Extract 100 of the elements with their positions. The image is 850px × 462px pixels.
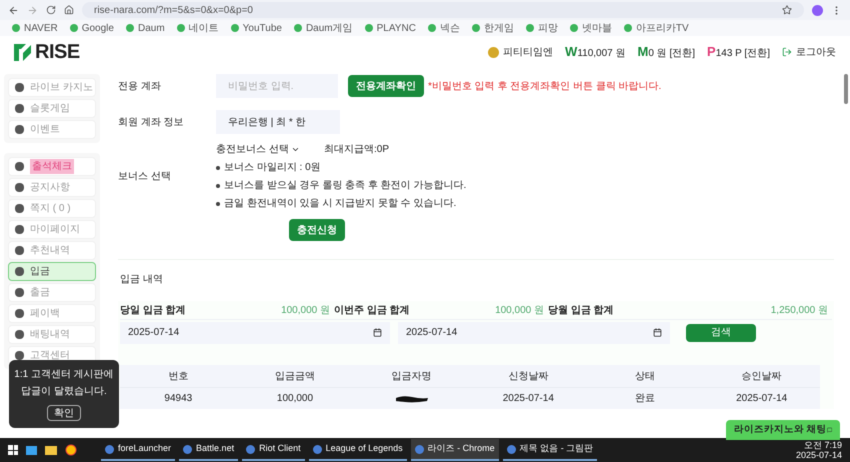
start-icon[interactable] bbox=[8, 445, 18, 455]
confirm-account-button[interactable]: 전용계좌확인 bbox=[348, 75, 424, 97]
profile-avatar[interactable] bbox=[812, 4, 823, 16]
bookmark[interactable]: YouTube bbox=[230, 20, 282, 36]
chevron-down-icon bbox=[291, 145, 300, 154]
bullet-icon bbox=[216, 202, 220, 206]
redaction-mark bbox=[394, 394, 429, 402]
bookmark[interactable]: PLAYNC bbox=[364, 20, 416, 36]
total-value: 1,250,000 원 bbox=[770, 304, 828, 318]
total-label: 이번주 입금 합계 bbox=[334, 304, 410, 318]
table-cell-text: 2025-07-14 bbox=[502, 392, 555, 406]
clock-time: 오전 7:19 bbox=[804, 440, 842, 450]
bookmark-favicon-icon bbox=[126, 24, 134, 32]
logo-icon bbox=[14, 44, 31, 60]
bookmark[interactable]: 아프리카TV bbox=[624, 20, 689, 36]
deposit-request-button[interactable]: 충전신청 bbox=[289, 219, 345, 241]
chat-icon bbox=[826, 425, 832, 435]
user-name: 피티티임엔 bbox=[503, 46, 554, 60]
bookmark-favicon-icon bbox=[624, 24, 632, 32]
taskview-icon[interactable] bbox=[26, 446, 37, 454]
field-label: 전용 계좌 bbox=[118, 80, 162, 94]
address-bar[interactable]: rise-nara.com/?m=5&s=0&x=0&p=0 bbox=[82, 2, 804, 18]
taskbar-app[interactable]: 제목 없음 - 그림판 bbox=[502, 439, 598, 461]
chat-widget[interactable]: 라이즈카지노와 채팅 bbox=[726, 420, 840, 440]
bookmark[interactable]: 네이트 bbox=[176, 20, 219, 36]
bookmark[interactable]: 넷마블 bbox=[570, 20, 612, 36]
taskbar-app[interactable]: Riot Client bbox=[242, 439, 305, 461]
total-label: 당월 입금 합계 bbox=[548, 304, 614, 318]
column-header: 신청날짜 bbox=[507, 370, 550, 384]
total-label: 당일 입금 합계 bbox=[120, 304, 186, 318]
bookmark[interactable]: Daum bbox=[126, 20, 165, 36]
column-header: 입금금액 bbox=[274, 370, 316, 384]
notice-text: *비밀번호 입력 후 전용계좌확인 버튼 클릭 바랍니다. bbox=[428, 80, 662, 94]
browser-icon[interactable] bbox=[65, 444, 77, 456]
bookmark-favicon-icon bbox=[472, 24, 480, 32]
account-info-field: 우리은행 | 최 * 한 bbox=[216, 110, 340, 134]
bookmark[interactable]: NAVER bbox=[12, 20, 58, 36]
app-icon bbox=[312, 444, 322, 454]
balance: P143 P [전환] bbox=[707, 43, 770, 62]
bookmark[interactable]: 한게임 bbox=[472, 20, 514, 36]
table-cell-text: 2025-07-14 bbox=[735, 392, 788, 406]
bookmark-favicon-icon bbox=[294, 24, 302, 32]
date-field[interactable]: 2025-07-14 bbox=[398, 322, 670, 344]
clock-date: 2025-07-14 bbox=[796, 450, 842, 460]
table-cell-text: 100,000 bbox=[276, 392, 314, 406]
bookmark[interactable]: 넥슨 bbox=[428, 20, 460, 36]
app-icon bbox=[414, 444, 424, 454]
sidebar-item[interactable]: 입금 bbox=[8, 262, 96, 281]
password-field[interactable]: 비밀번호 입력. bbox=[216, 74, 338, 98]
toast-message: 답글이 달렸습니다. bbox=[21, 385, 107, 399]
bookmark-favicon-icon bbox=[70, 24, 78, 32]
bonus-note: 금일 환전내역이 있을 시 지급받지 못할 수 있습니다. bbox=[224, 197, 456, 211]
taskbar-app[interactable]: Battle.net bbox=[179, 439, 238, 461]
section-title: 입금 내역 bbox=[120, 273, 164, 287]
column-header: 입금자명 bbox=[390, 370, 433, 384]
home-icon[interactable] bbox=[64, 5, 74, 15]
max-amount: 최대지급액:0P bbox=[324, 143, 390, 157]
bullet-icon bbox=[216, 184, 220, 188]
star-icon[interactable] bbox=[782, 5, 792, 15]
bullet-icon bbox=[216, 166, 220, 170]
app-icon bbox=[246, 444, 256, 454]
bookmark-favicon-icon bbox=[428, 24, 436, 32]
field-label: 보너스 선택 bbox=[118, 170, 172, 184]
taskbar-app[interactable]: League of Legends bbox=[308, 439, 407, 461]
back-icon[interactable] bbox=[8, 4, 19, 16]
column-header: 상태 bbox=[634, 370, 656, 384]
table-cell-text: 94943 bbox=[163, 392, 194, 406]
balance: W110,007 원 bbox=[565, 43, 626, 62]
reload-icon[interactable] bbox=[46, 5, 56, 15]
toast-message: 1:1 고객센터 게시판에 bbox=[14, 368, 114, 382]
app-icon bbox=[506, 444, 516, 454]
bookmark-favicon-icon bbox=[570, 24, 578, 32]
balance: M0 원 [전환] bbox=[638, 43, 696, 62]
bookmark[interactable]: Daum게임 bbox=[294, 20, 353, 36]
logout-link[interactable]: 로그아웃 bbox=[782, 44, 836, 60]
taskbar-app[interactable]: foreLauncher bbox=[101, 439, 176, 461]
bookmark[interactable]: 피망 bbox=[526, 20, 558, 36]
calendar-icon bbox=[653, 328, 662, 337]
folder-icon[interactable] bbox=[45, 446, 57, 454]
bookmark-favicon-icon bbox=[526, 24, 534, 32]
bonus-note: 보너스를 받으실 경우 롤링 충족 후 환전이 가능합니다. bbox=[224, 179, 466, 193]
scrollbar[interactable] bbox=[844, 74, 848, 104]
bookmark-favicon-icon bbox=[12, 24, 20, 32]
app-icon bbox=[183, 444, 192, 454]
ok-button[interactable]: 확인 bbox=[47, 405, 81, 421]
table-cell-text: 완료 bbox=[634, 392, 656, 406]
column-header: 번호 bbox=[167, 370, 190, 384]
bookmark-favicon-icon bbox=[176, 24, 185, 32]
search-button[interactable]: 검색 bbox=[686, 324, 756, 342]
date-field[interactable]: 2025-07-14 bbox=[120, 322, 390, 344]
taskbar-app[interactable]: 라이즈 - Chrome bbox=[410, 439, 499, 461]
logout-icon bbox=[782, 47, 792, 57]
bonus-select[interactable]: 충전보너스 선택 bbox=[216, 142, 300, 157]
total-value: 100,000 원 bbox=[495, 304, 544, 318]
calendar-icon bbox=[373, 328, 382, 337]
bookmark[interactable]: Google bbox=[70, 20, 114, 36]
bonus-note: 보너스 마일리지 : 0원 bbox=[224, 161, 321, 175]
bookmark-favicon-icon bbox=[230, 24, 239, 32]
logo-text: RISE bbox=[35, 40, 80, 65]
column-header: 승인날짜 bbox=[740, 370, 783, 384]
